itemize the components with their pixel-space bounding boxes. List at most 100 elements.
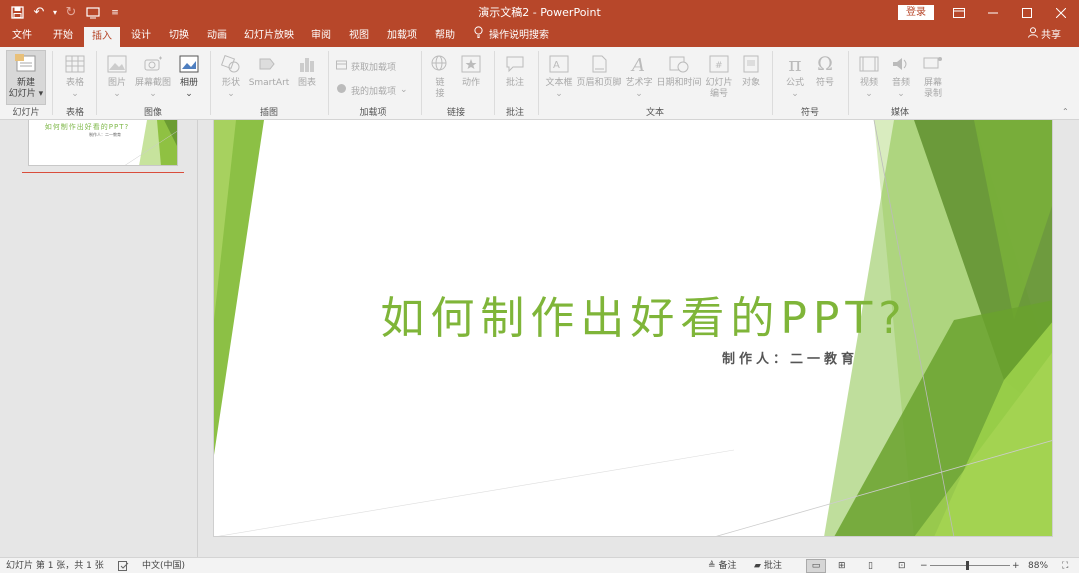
ribbon-display-options-icon[interactable] [942, 0, 976, 25]
ribbon-separator [328, 51, 329, 115]
slide-number-label-2: 编号 [709, 89, 728, 99]
datetime-button[interactable]: 日期和时间 [654, 47, 704, 89]
picture-icon [106, 53, 128, 75]
chevron-down-icon: ⌄ [227, 89, 235, 99]
undo-dropdown-icon[interactable]: ▾ [50, 2, 60, 24]
action-label: 动作 [461, 78, 480, 88]
notes-label: 备注 [718, 561, 737, 571]
customize-qat-icon[interactable]: ≡ [104, 2, 126, 24]
close-icon[interactable] [1044, 0, 1078, 25]
language-status[interactable]: 中文(中国) [142, 558, 185, 573]
slide-canvas[interactable]: 如何制作出好看的PPT? 制作人：二一教育 [213, 120, 1053, 537]
video-button[interactable]: 视频 ⌄ [854, 47, 884, 100]
thumbnail-subtitle: 制作人：二一教育 [89, 132, 121, 137]
zoom-slider-thumb[interactable] [966, 561, 969, 570]
normal-view-icon[interactable]: ▭ [806, 559, 826, 573]
tab-transitions[interactable]: 切换 [162, 25, 196, 47]
store-icon [336, 59, 347, 73]
tell-me-box[interactable]: 操作说明搜索 [474, 25, 549, 47]
zoom-level[interactable]: 88% [1028, 558, 1048, 573]
slide-number-button[interactable]: # 幻灯片 编号 [704, 47, 734, 100]
tab-review[interactable]: 审阅 [304, 25, 338, 47]
quick-access-toolbar: ↶ ▾ ↻ ≡ [6, 0, 126, 25]
wordart-button[interactable]: A 艺术字 ⌄ [624, 47, 654, 100]
minimize-icon[interactable] [976, 0, 1010, 25]
link-button[interactable]: 链 接 [426, 47, 454, 100]
login-button[interactable]: 登录 [898, 5, 934, 20]
ribbon-separator [210, 51, 211, 115]
ribbon-separator [96, 51, 97, 115]
start-from-beginning-icon[interactable] [82, 2, 104, 24]
screen-record-label-1: 屏幕 [923, 78, 942, 88]
zoom-in-button[interactable]: + [1012, 558, 1020, 573]
textbox-button[interactable]: A 文本框 ⌄ [542, 47, 576, 100]
slide-title[interactable]: 如何制作出好看的PPT? [214, 282, 1052, 346]
share-button[interactable]: 共享 [1028, 25, 1061, 47]
wordart-icon: A [628, 53, 650, 75]
object-button[interactable]: 对象 [736, 47, 766, 89]
group-label-symbols: 符号 [800, 108, 819, 118]
notes-button[interactable]: ≜ 备注 [708, 558, 737, 573]
lightbulb-icon [474, 25, 483, 47]
ribbon-tab-row: 文件 开始 插入 设计 切换 动画 幻灯片放映 审阅 视图 加载项 帮助 操作说… [0, 25, 1079, 47]
action-star-icon [460, 53, 482, 75]
screenshot-button[interactable]: 屏幕截图 ⌄ [134, 47, 172, 100]
album-button[interactable]: 相册 ⌄ [174, 47, 204, 100]
header-footer-button[interactable]: 页眉和页脚 [576, 47, 622, 89]
table-button[interactable]: 表格 ⌄ [58, 47, 92, 100]
slide-sorter-icon[interactable]: ⊞ [838, 558, 846, 573]
chevron-down-icon: ⌄ [897, 89, 905, 99]
chevron-down-icon: ⌄ [555, 89, 563, 99]
redo-icon[interactable]: ↻ [60, 2, 82, 24]
tab-design[interactable]: 设计 [124, 25, 158, 47]
tab-help[interactable]: 帮助 [428, 25, 462, 47]
slide-number-label-1: 幻灯片 [705, 78, 733, 88]
video-label: 视频 [859, 78, 878, 88]
tab-addins[interactable]: 加载项 [380, 25, 424, 47]
svg-text:#: # [715, 61, 723, 71]
group-label-tables: 表格 [65, 108, 84, 118]
comments-label: 批注 [763, 561, 782, 571]
slideshow-view-icon[interactable]: ⊡ [898, 558, 906, 573]
maximize-icon[interactable] [1010, 0, 1044, 25]
slide-subtitle[interactable]: 制作人：二一教育 [722, 348, 858, 367]
photo-album-icon [178, 53, 200, 75]
chevron-down-icon: ⌄ [791, 89, 799, 99]
tab-slideshow[interactable]: 幻灯片放映 [238, 25, 300, 47]
save-icon[interactable] [6, 2, 28, 24]
screen-record-button[interactable]: 屏幕 录制 [918, 47, 948, 100]
tab-file[interactable]: 文件 [4, 25, 40, 47]
reading-view-icon[interactable]: ▯ [868, 558, 873, 573]
globe-link-icon [429, 53, 451, 75]
my-addins-label: 我的加载项 [351, 86, 397, 97]
tab-animations[interactable]: 动画 [200, 25, 234, 47]
fit-slide-icon[interactable]: ⛶ [1062, 558, 1068, 573]
symbol-button[interactable]: Ω 符号 [810, 47, 840, 89]
undo-icon[interactable]: ↶ [28, 2, 50, 24]
my-addins-button[interactable]: 我的加载项 ⌄ [336, 83, 408, 97]
chevron-down-icon: ⌄ [400, 85, 408, 95]
get-addins-button[interactable]: 获取加载项 [336, 59, 396, 73]
chart-button[interactable]: 图表 [292, 47, 322, 89]
tab-insert[interactable]: 插入 [84, 27, 120, 47]
smartart-button[interactable]: SmartArt [248, 47, 290, 89]
zoom-out-button[interactable]: − [920, 558, 928, 573]
slide-thumbnail-1[interactable]: 如何制作出好看的PPT? 制作人：二一教育 [28, 120, 178, 166]
shapes-button[interactable]: 形状 ⌄ [216, 47, 246, 100]
audio-button[interactable]: 音频 ⌄ [886, 47, 916, 100]
new-slide-button[interactable]: 新建 幻灯片 ▾ [6, 47, 46, 100]
equation-button[interactable]: π 公式 ⌄ [780, 47, 810, 100]
tab-home[interactable]: 开始 [46, 25, 80, 47]
comment-button[interactable]: 批注 [500, 47, 530, 89]
zoom-slider-track[interactable] [930, 565, 1010, 566]
slide-number-icon: # [708, 53, 730, 75]
picture-button[interactable]: 图片 ⌄ [102, 47, 132, 100]
status-bar: 幻灯片 第 1 张，共 1 张 中文(中国) ≜ 备注 ▰ 批注 ▭ ⊞ ▯ ⊡… [0, 557, 1079, 573]
slide-thumbnail-pane: 如何制作出好看的PPT? 制作人：二一教育 [0, 120, 198, 557]
tab-view[interactable]: 视图 [342, 25, 376, 47]
collapse-ribbon-icon[interactable]: ⌃ [1062, 107, 1069, 116]
object-label: 对象 [741, 78, 760, 88]
spellcheck-icon[interactable] [118, 558, 129, 573]
action-button[interactable]: 动作 [456, 47, 486, 89]
comments-button[interactable]: ▰ 批注 [754, 558, 782, 573]
